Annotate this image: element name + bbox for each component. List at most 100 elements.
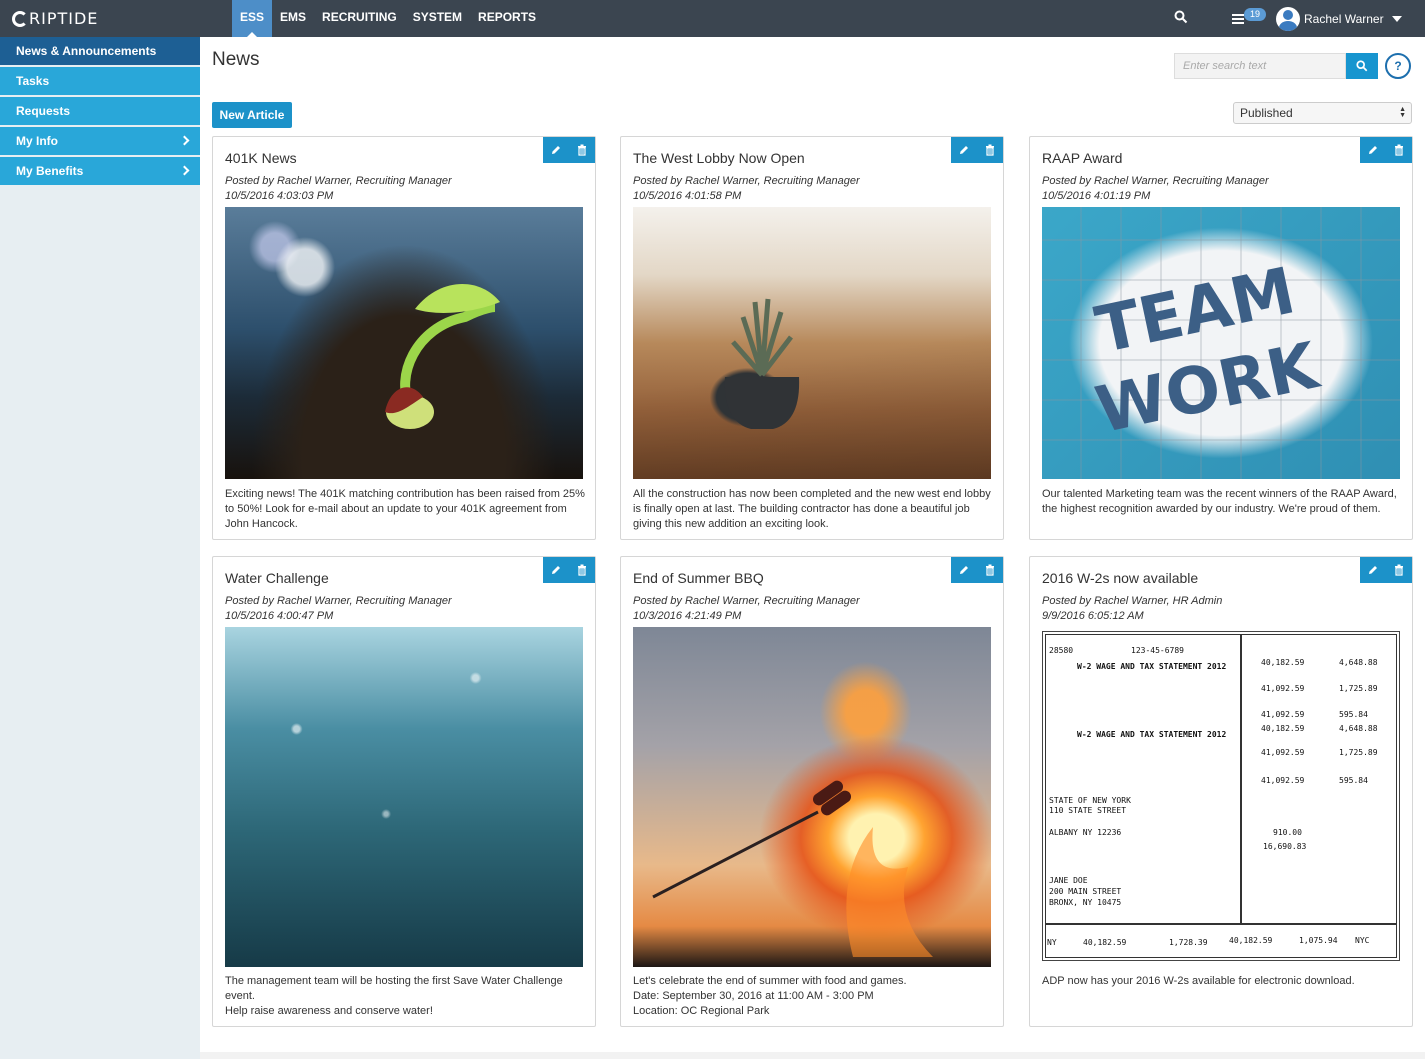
edit-button[interactable] xyxy=(543,137,569,163)
card-actions xyxy=(1360,557,1412,583)
w2-local-wages: 40,182.59 xyxy=(1229,936,1273,945)
main-nav: ESS EMS RECRUITING SYSTEM REPORTS xyxy=(232,0,544,37)
article-body-line: Help raise awareness and conserve water! xyxy=(225,1005,433,1017)
w2-ss-wages: 41,092.59 xyxy=(1261,684,1305,693)
article-title[interactable]: The West Lobby Now Open xyxy=(633,150,805,166)
article-date: 10/5/2016 4:03:03 PM xyxy=(225,190,334,202)
w2-federal-tax: 4,648.88 xyxy=(1339,724,1378,733)
w2-federal-tax: 4,648.88 xyxy=(1339,658,1378,667)
article-author: Posted by Rachel Warner, Recruiting Mana… xyxy=(633,175,860,187)
card-actions xyxy=(951,557,1003,583)
delete-button[interactable] xyxy=(977,557,1003,583)
sidebar-item-label: Tasks xyxy=(16,74,50,88)
nav-ems[interactable]: EMS xyxy=(272,0,314,37)
article-image-teamwork-puzzle: TEAM WORK xyxy=(1042,207,1400,479)
card-actions xyxy=(543,557,595,583)
status-filter-select[interactable]: Published ▲ ▼ xyxy=(1233,102,1412,124)
chevron-down-icon xyxy=(1391,16,1402,22)
article-meta: Posted by Rachel Warner, Recruiting Mana… xyxy=(633,174,860,204)
article-title[interactable]: Water Challenge xyxy=(225,570,329,586)
w2-ss-tax: 1,725.89 xyxy=(1339,748,1378,757)
search-icon[interactable] xyxy=(1174,10,1190,26)
w2-local-tax: 1,075.94 xyxy=(1299,936,1338,945)
article-image-w2-form: 28580 123-45-6789 W-2 WAGE AND TAX STATE… xyxy=(1042,631,1400,961)
article-image-lobby xyxy=(633,207,991,479)
pencil-icon xyxy=(960,146,968,154)
sidebar-item-my-benefits[interactable]: My Benefits xyxy=(0,157,200,185)
w2-employee-line: JANE DOE xyxy=(1049,876,1088,885)
plant-pot-illustration xyxy=(724,298,800,429)
edit-button[interactable] xyxy=(1360,557,1386,583)
w2-heading: W-2 WAGE AND TAX STATEMENT 2012 xyxy=(1077,662,1227,671)
article-card: The West Lobby Now Open Posted by Rachel… xyxy=(620,136,1004,540)
search-button[interactable] xyxy=(1346,53,1378,79)
nav-system[interactable]: SYSTEM xyxy=(405,0,470,37)
help-button[interactable]: ? xyxy=(1385,53,1411,79)
article-body: The management team will be hosting the … xyxy=(225,974,585,1019)
article-author: Posted by Rachel Warner, Recruiting Mana… xyxy=(633,595,860,607)
card-actions xyxy=(1360,137,1412,163)
user-name: Rachel Warner xyxy=(1304,12,1384,26)
article-date: 10/5/2016 4:00:47 PM xyxy=(225,610,334,622)
article-author: Posted by Rachel Warner, Recruiting Mana… xyxy=(225,175,452,187)
teamwork-puzzle-illustration: TEAM WORK xyxy=(1090,254,1327,448)
nav-ess[interactable]: ESS xyxy=(232,0,273,37)
delete-button[interactable] xyxy=(977,137,1003,163)
edit-button[interactable] xyxy=(951,557,977,583)
sidebar-item-tasks[interactable]: Tasks xyxy=(0,67,200,95)
trash-icon xyxy=(1395,564,1403,576)
article-image-water xyxy=(225,627,583,967)
article-body: All the construction has now been comple… xyxy=(633,488,991,530)
edit-button[interactable] xyxy=(543,557,569,583)
status-filter-value: Published xyxy=(1240,106,1293,120)
article-author: Posted by Rachel Warner, HR Admin xyxy=(1042,595,1223,607)
search-input[interactable] xyxy=(1174,53,1346,79)
page-title: News xyxy=(212,49,260,70)
article-title[interactable]: 2016 W-2s now available xyxy=(1042,570,1198,586)
nav-recruiting[interactable]: RECRUITING xyxy=(314,0,405,37)
w2-employee-line: 200 MAIN STREET xyxy=(1049,887,1122,896)
article-meta: Posted by Rachel Warner, Recruiting Mana… xyxy=(1042,174,1269,204)
top-bar: RIPTIDE ESS EMS RECRUITING SYSTEM REPORT… xyxy=(0,0,1425,37)
edit-button[interactable] xyxy=(1360,137,1386,163)
riptide-logo[interactable]: RIPTIDE xyxy=(12,9,98,28)
article-title[interactable]: End of Summer BBQ xyxy=(633,570,764,586)
sidebar-item-requests[interactable]: Requests xyxy=(0,97,200,125)
article-card: Water Challenge Posted by Rachel Warner,… xyxy=(212,556,596,1027)
article-body-line: Location: OC Regional Park xyxy=(633,1005,770,1017)
new-article-button[interactable]: New Article xyxy=(212,102,292,128)
article-date: 9/9/2016 6:05:12 AM xyxy=(1042,610,1144,622)
sidebar-item-label: Requests xyxy=(16,104,71,118)
pencil-icon xyxy=(552,146,560,154)
seedling-illustration xyxy=(385,284,500,429)
w2-state-tax: 1,728.39 xyxy=(1169,938,1208,947)
w2-state: NY xyxy=(1047,938,1057,947)
w2-locality: NYC xyxy=(1355,936,1370,945)
sidebar-item-my-info[interactable]: My Info xyxy=(0,127,200,155)
user-menu[interactable]: Rachel Warner xyxy=(1276,7,1402,31)
delete-button[interactable] xyxy=(569,557,595,583)
delete-button[interactable] xyxy=(1386,557,1412,583)
pencil-icon xyxy=(960,566,968,574)
w2-medicare-wages: 41,092.59 xyxy=(1261,776,1305,785)
delete-button[interactable] xyxy=(569,137,595,163)
sidebar-item-news[interactable]: News & Announcements xyxy=(0,37,200,65)
article-body-line: Let's celebrate the end of summer with f… xyxy=(633,975,907,987)
article-body-line: Date: September 30, 2016 at 11:00 AM - 3… xyxy=(633,990,874,1002)
delete-button[interactable] xyxy=(1386,137,1412,163)
article-image-campfire xyxy=(633,627,991,967)
edit-button[interactable] xyxy=(951,137,977,163)
article-title[interactable]: RAAP Award xyxy=(1042,150,1122,166)
pencil-icon xyxy=(552,566,560,574)
select-arrows-icon: ▲ ▼ xyxy=(1399,106,1406,119)
w2-medicare-wages: 41,092.59 xyxy=(1261,710,1305,719)
article-date: 10/3/2016 4:21:49 PM xyxy=(633,610,742,622)
article-author: Posted by Rachel Warner, Recruiting Mana… xyxy=(225,595,452,607)
article-title[interactable]: 401K News xyxy=(225,150,297,166)
nav-reports[interactable]: REPORTS xyxy=(470,0,544,37)
article-body: Our talented Marketing team was the rece… xyxy=(1042,488,1397,515)
page-footer-strip xyxy=(200,1052,1425,1059)
pencil-icon xyxy=(1369,146,1377,154)
w2-heading: W-2 WAGE AND TAX STATEMENT 2012 xyxy=(1077,730,1227,739)
trash-icon xyxy=(578,564,586,576)
